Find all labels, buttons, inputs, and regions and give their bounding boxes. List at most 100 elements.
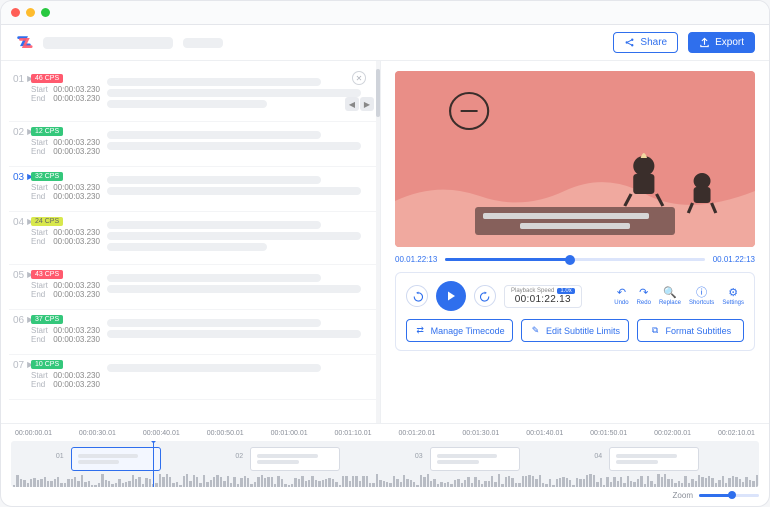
window-min-dot[interactable] [26,8,35,17]
subtitle-row[interactable]: 01▶ 46 CPS Start 00:00:03.230 End 00:00:… [9,69,380,122]
export-button[interactable]: Export [688,32,755,53]
timeline-panel: 00:00:00.0100:00:30.0100:00:40.0100:00:5… [1,423,769,506]
tick-label: 00:00:40.01 [143,430,180,437]
window-max-dot[interactable] [41,8,50,17]
cps-badge: 32 CPS [31,172,63,181]
zoom-label: Zoom [673,491,693,500]
subtitle-index: 06▶ [13,314,31,344]
skip-back-button[interactable] [406,285,428,307]
zoom-control[interactable]: Zoom [11,487,759,500]
swap-icon: ⇄ [415,325,426,336]
subtitle-times: 24 CPS Start 00:00:03.230 End 00:00:03.2… [31,216,107,254]
project-title-placeholder [43,37,173,49]
timeline-block-num: 02 [235,453,243,460]
app-window: Share Export ✕ ◀ ▶ 01▶ 46 CPS Start 00:0… [0,0,770,507]
open-icon: ⧉ [650,325,661,336]
subtitle-row[interactable]: 02▶ 12 CPS Start 00:00:03.230 End 00:00:… [9,122,380,167]
subtitle-list[interactable]: 01▶ 46 CPS Start 00:00:03.230 End 00:00:… [1,61,380,423]
subtitle-row[interactable]: 07▶ 10 CPS Start 00:00:03.230 End 00:00:… [9,355,380,400]
subtitle-row[interactable]: 06▶ 37 CPS Start 00:00:03.230 End 00:00:… [9,310,380,355]
tick-label: 00:02:00.01 [654,430,691,437]
subtitle-row[interactable]: 03▶ 32 CPS Start 00:00:03.230 End 00:00:… [9,167,380,212]
timeline-block-num: 04 [594,453,602,460]
subtitle-times: 32 CPS Start 00:00:03.230 End 00:00:03.2… [31,171,107,201]
tick-label: 00:01:00.01 [271,430,308,437]
timeline-block-num: 01 [56,453,64,460]
settings-button[interactable]: ⚙Settings [722,287,744,306]
subtitle-panel: ✕ ◀ ▶ 01▶ 46 CPS Start 00:00:03.230 End … [1,61,381,423]
cps-badge: 10 CPS [31,360,63,369]
share-icon [624,37,635,48]
export-icon [699,37,710,48]
timeline-ticks: 00:00:00.0100:00:30.0100:00:40.0100:00:5… [11,430,759,441]
cps-badge: 43 CPS [31,270,63,279]
edit-limits-button[interactable]: ✎Edit Subtitle Limits [521,319,628,342]
subtitle-text[interactable] [107,73,374,111]
share-button-label: Share [640,37,667,48]
subtitle-text[interactable] [107,216,374,254]
progress-bar[interactable] [445,257,704,263]
time-right: 00.01.22:13 [713,255,755,264]
undo-icon: ↶ [616,287,627,298]
tick-label: 00:00:30.01 [79,430,116,437]
playhead[interactable] [153,441,154,487]
subtitle-index: 04▶ [13,216,31,254]
tick-label: 00:01:40.01 [526,430,563,437]
timeline-track[interactable]: 01 02 03 04 [11,441,759,487]
player-panel: 00.01.22:13 00.01.22:13 Playback Speed1.… [381,61,769,423]
share-button[interactable]: Share [613,32,678,53]
shortcuts-button[interactable]: ⓘShortcuts [689,287,714,306]
time-left: 00.01.22:13 [395,255,437,264]
subtitle-times: 46 CPS Start 00:00:03.230 End 00:00:03.2… [31,73,107,111]
timeline-block[interactable]: 01 [71,447,161,471]
timeline-block-num: 03 [415,453,423,460]
subtitle-text[interactable] [107,171,374,201]
subtitle-text[interactable] [107,359,374,389]
controls-card: Playback Speed1.0x 00:01:22.13 ↶Undo ↷Re… [395,272,755,351]
subtitle-times: 12 CPS Start 00:00:03.230 End 00:00:03.2… [31,126,107,156]
timeline-block[interactable]: 03 [430,447,520,471]
subtitle-text[interactable] [107,269,374,299]
subtitle-index: 02▶ [13,126,31,156]
cps-badge: 46 CPS [31,74,63,83]
subtitle-index: 07▶ [13,359,31,389]
main-area: ✕ ◀ ▶ 01▶ 46 CPS Start 00:00:03.230 End … [1,61,769,423]
redo-icon: ↷ [638,287,649,298]
timeline-block[interactable]: 02 [250,447,340,471]
timecode-value: 00:01:22.13 [515,294,571,305]
subtitle-text[interactable] [107,126,374,156]
tick-label: 00:01:20.01 [398,430,435,437]
subtitle-index: 05▶ [13,269,31,299]
progress-row: 00.01.22:13 00.01.22:13 [395,255,755,264]
cps-badge: 24 CPS [31,217,63,226]
play-button[interactable] [436,281,466,311]
window-titlebar [1,1,769,25]
subtitle-times: 43 CPS Start 00:00:03.230 End 00:00:03.2… [31,269,107,299]
topbar: Share Export [1,25,769,61]
redo-button[interactable]: ↷Redo [637,287,651,306]
window-close-dot[interactable] [11,8,20,17]
video-subtitle-overlay [475,207,675,235]
undo-button[interactable]: ↶Undo [614,287,628,306]
tick-label: 00:00:50.01 [207,430,244,437]
tick-label: 00:02:10.01 [718,430,755,437]
skip-forward-button[interactable] [474,285,496,307]
edit-icon: ✎ [530,325,541,336]
subtitle-index: 03▶ [13,171,31,201]
format-subtitles-button[interactable]: ⧉Format Subtitles [637,319,744,342]
subtitle-times: 37 CPS Start 00:00:03.230 End 00:00:03.2… [31,314,107,344]
video-preview[interactable] [395,71,755,247]
info-icon: ⓘ [696,287,707,298]
subtitle-scrollbar[interactable] [376,61,380,423]
subtitle-times: 10 CPS Start 00:00:03.230 End 00:00:03.2… [31,359,107,389]
subtitle-text[interactable] [107,314,374,344]
subtitle-row[interactable]: 04▶ 24 CPS Start 00:00:03.230 End 00:00:… [9,212,380,265]
export-button-label: Export [715,37,744,48]
timeline-block[interactable]: 04 [609,447,699,471]
manage-timecode-button[interactable]: ⇄Manage Timecode [406,319,513,342]
tick-label: 00:01:50.01 [590,430,627,437]
replace-button[interactable]: 🔍Replace [659,287,681,306]
subtitle-row[interactable]: 05▶ 43 CPS Start 00:00:03.230 End 00:00:… [9,265,380,310]
timecode-display[interactable]: Playback Speed1.0x 00:01:22.13 [504,285,582,308]
app-logo-icon [15,34,33,52]
